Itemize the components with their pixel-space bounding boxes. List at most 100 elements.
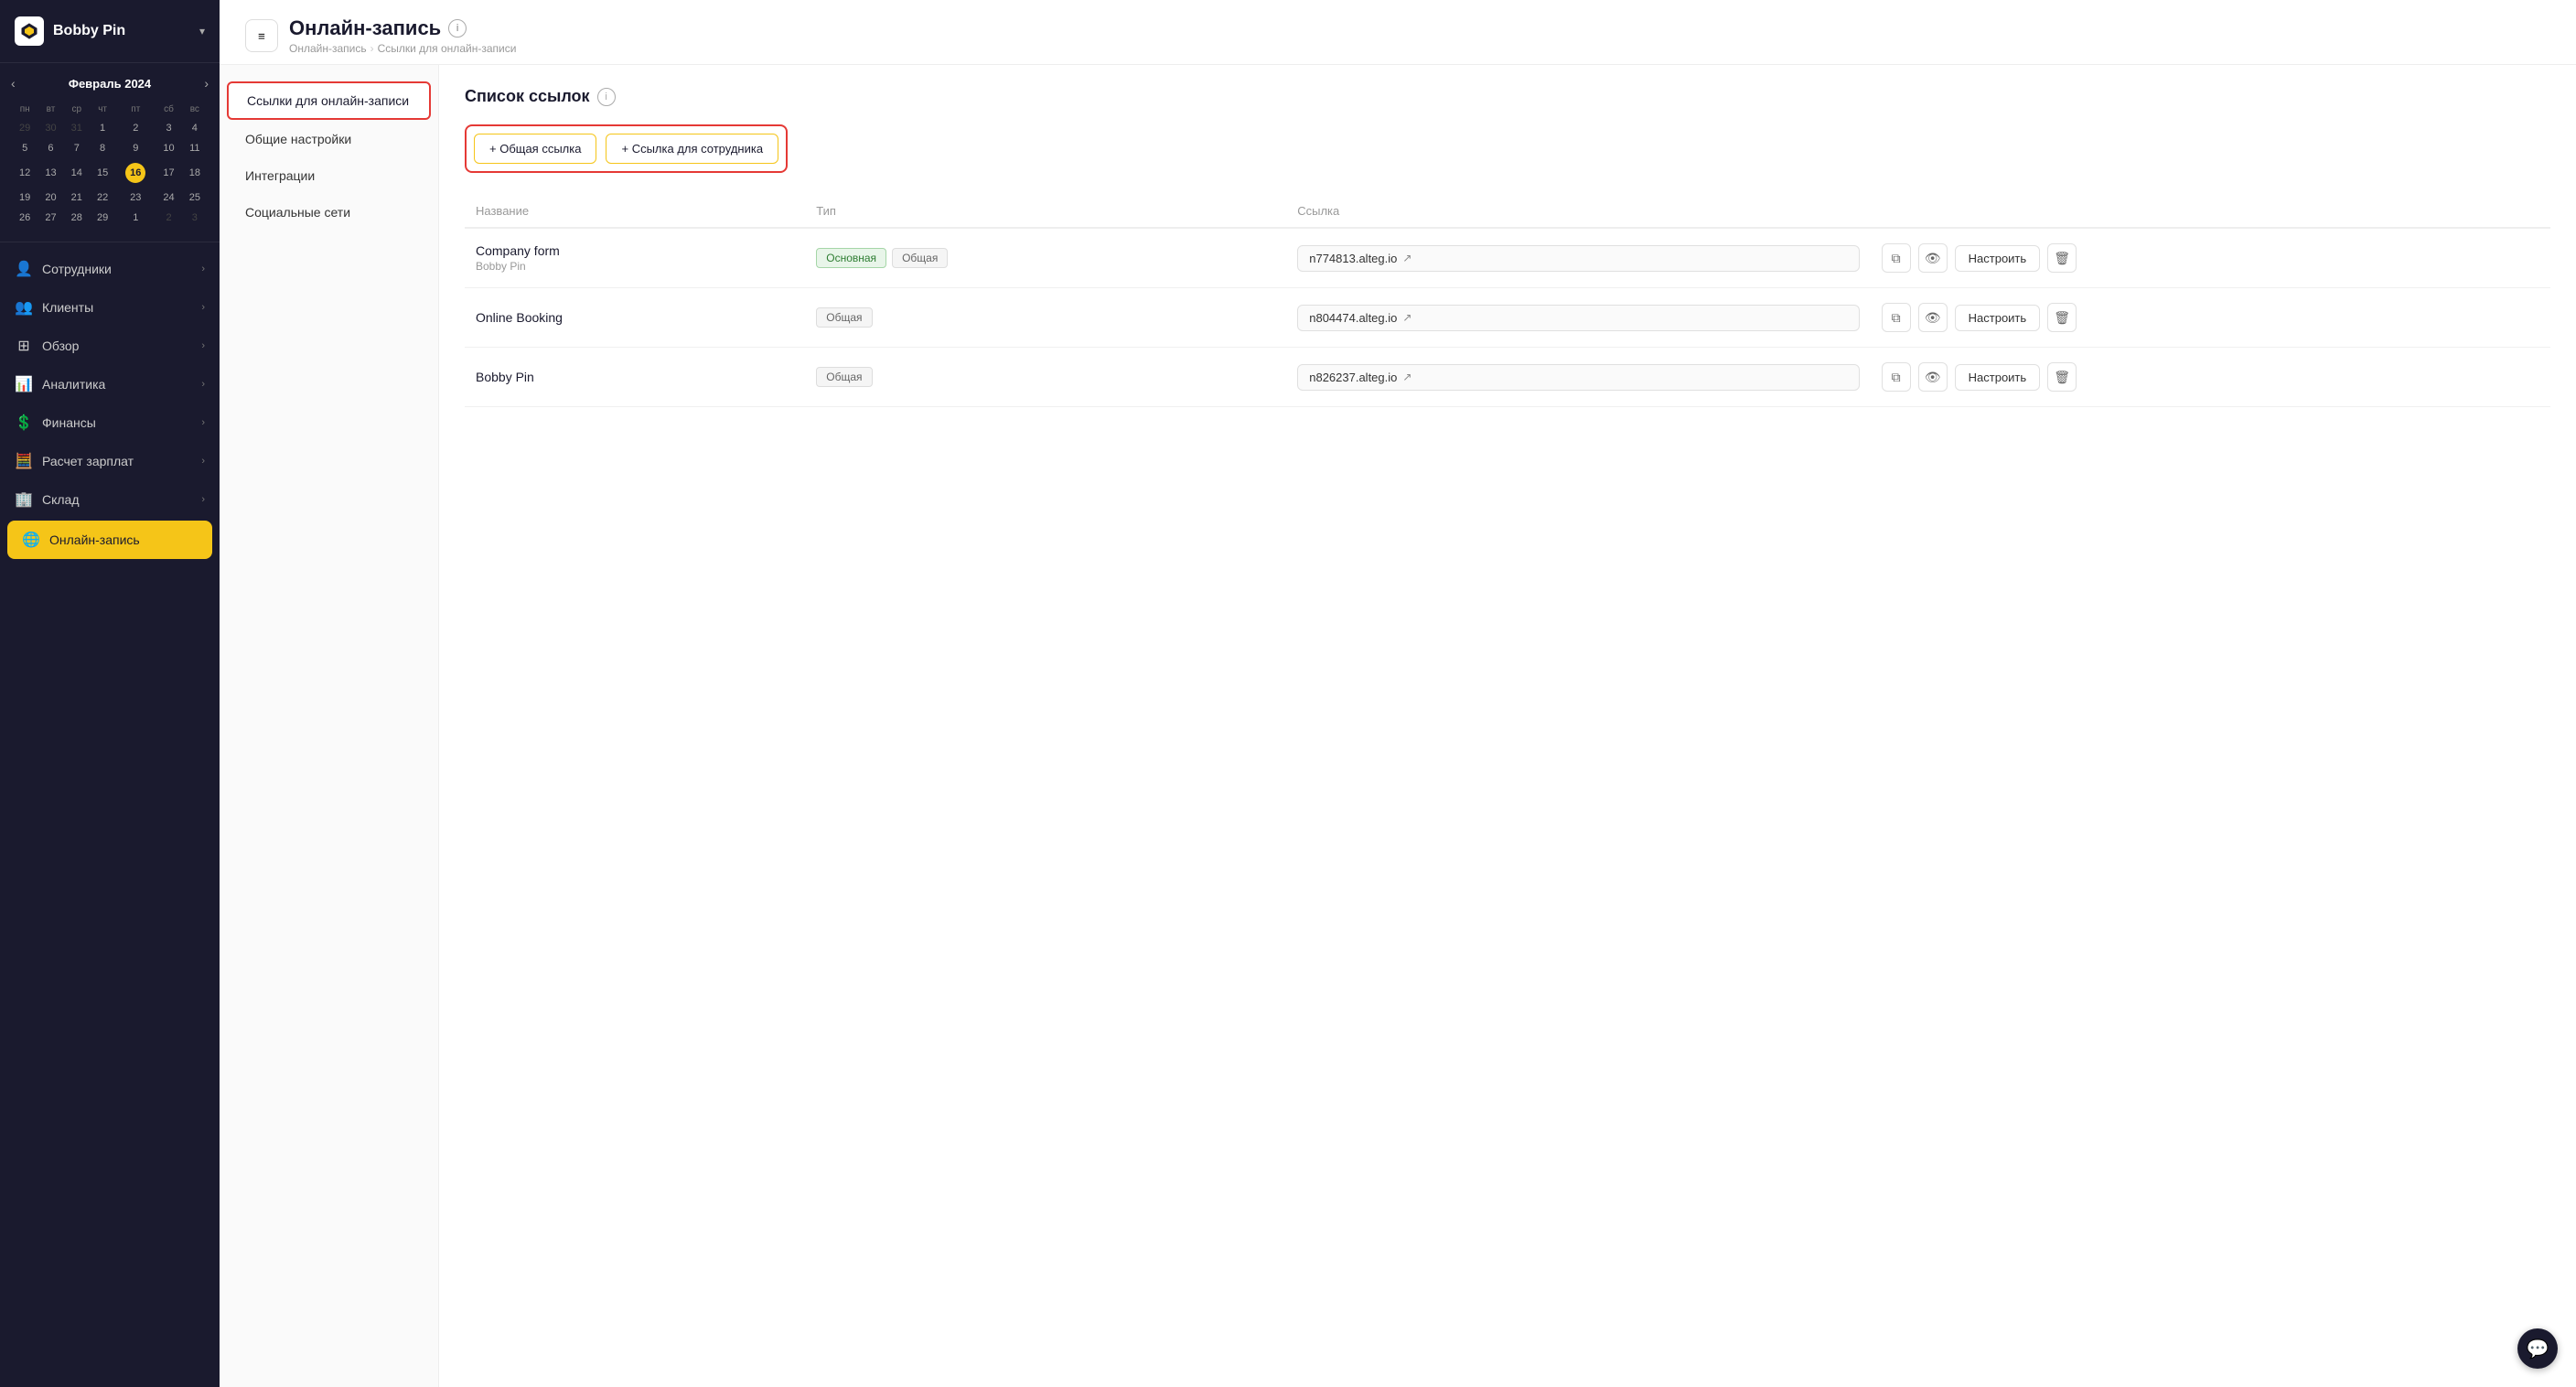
external-link-icon[interactable]: ↗	[1402, 252, 1411, 264]
calendar-day[interactable]: 1	[116, 209, 155, 227]
chat-bubble[interactable]: 💬	[2517, 1328, 2558, 1369]
calendar-day[interactable]: 17	[156, 159, 180, 187]
right-panel: Список ссылок i + Общая ссылка + Ссылка …	[439, 65, 2576, 1387]
header-info-icon[interactable]: i	[448, 19, 467, 38]
sidebar-item-finance[interactable]: 💲 Финансы ›	[0, 403, 220, 442]
nav-label-finance: Финансы	[42, 415, 96, 430]
delete-link-button[interactable]: 🗑	[2047, 362, 2077, 392]
calendar-day[interactable]: 8	[91, 139, 114, 157]
copy-link-button[interactable]: ⧉	[1882, 362, 1911, 392]
nav-icon-analytics: 📊	[15, 375, 33, 393]
sidebar-item-online_booking[interactable]: 🌐 Онлайн-запись	[7, 521, 212, 559]
calendar-day[interactable]: 22	[91, 188, 114, 207]
add-general-link-button[interactable]: + Общая ссылка	[474, 134, 596, 164]
calendar-day-header: вт	[38, 102, 62, 117]
sub-nav-item-integrations[interactable]: Интеграции	[227, 158, 431, 193]
configure-button[interactable]: Настроить	[1955, 364, 2041, 391]
section-info-icon[interactable]: i	[597, 88, 616, 106]
col-actions	[1871, 195, 2550, 228]
calendar-prev-button[interactable]: ‹	[11, 76, 16, 91]
col-name: Название	[465, 195, 805, 228]
nav-chevron-overview: ›	[201, 340, 205, 351]
external-link-icon[interactable]: ↗	[1402, 311, 1411, 324]
calendar-day[interactable]: 5	[13, 139, 37, 157]
add-employee-link-button[interactable]: + Ссылка для сотрудника	[606, 134, 778, 164]
nav-label-online_booking: Онлайн-запись	[49, 532, 140, 547]
calendar-next-button[interactable]: ›	[204, 76, 209, 91]
row-actions-2: ⧉ 👁 Настроить 🗑	[1871, 348, 2550, 407]
breadcrumb-item-2[interactable]: Ссылки для онлайн-записи	[378, 42, 517, 55]
calendar-day[interactable]: 14	[65, 159, 89, 187]
sidebar: Bobby Pin ▾ ‹ Февраль 2024 › пнвтсрчтптс…	[0, 0, 220, 1387]
sidebar-item-analytics[interactable]: 📊 Аналитика ›	[0, 365, 220, 403]
row-link-0: n774813.alteg.io ↗	[1286, 228, 1870, 288]
calendar-day[interactable]: 16	[116, 159, 155, 187]
calendar-day[interactable]: 30	[38, 119, 62, 137]
calendar-day[interactable]: 24	[156, 188, 180, 207]
calendar-day[interactable]: 20	[38, 188, 62, 207]
sidebar-item-warehouse[interactable]: 🏢 Склад ›	[0, 480, 220, 519]
configure-button[interactable]: Настроить	[1955, 245, 2041, 272]
calendar-day[interactable]: 18	[183, 159, 207, 187]
calendar-day[interactable]: 4	[183, 119, 207, 137]
table-row: Online BookingОбщая n804474.alteg.io ↗ ⧉…	[465, 288, 2550, 348]
calendar-day[interactable]: 15	[91, 159, 114, 187]
sidebar-item-employees[interactable]: 👤 Сотрудники ›	[0, 250, 220, 288]
link-cell: n826237.alteg.io ↗	[1297, 364, 1859, 391]
sidebar-item-overview[interactable]: ⊞ Обзор ›	[0, 327, 220, 365]
calendar-day[interactable]: 31	[65, 119, 89, 137]
row-link-1: n804474.alteg.io ↗	[1286, 288, 1870, 348]
menu-button[interactable]: ≡	[245, 19, 278, 52]
preview-link-button[interactable]: 👁	[1918, 303, 1948, 332]
link-cell: n804474.alteg.io ↗	[1297, 305, 1859, 331]
calendar-day[interactable]: 21	[65, 188, 89, 207]
external-link-icon[interactable]: ↗	[1402, 371, 1411, 383]
calendar-day[interactable]: 12	[13, 159, 37, 187]
row-link-2: n826237.alteg.io ↗	[1286, 348, 1870, 407]
row-actions-1: ⧉ 👁 Настроить 🗑	[1871, 288, 2550, 348]
sidebar-item-clients[interactable]: 👥 Клиенты ›	[0, 288, 220, 327]
calendar-day[interactable]: 25	[183, 188, 207, 207]
calendar-day[interactable]: 29	[13, 119, 37, 137]
preview-link-button[interactable]: 👁	[1918, 243, 1948, 273]
nav-label-analytics: Аналитика	[42, 377, 105, 392]
sub-nav-item-general[interactable]: Общие настройки	[227, 122, 431, 156]
calendar-day[interactable]: 3	[183, 209, 207, 227]
badge-gray: Общая	[816, 307, 872, 328]
copy-link-button[interactable]: ⧉	[1882, 243, 1911, 273]
calendar-day[interactable]: 23	[116, 188, 155, 207]
nav-chevron-payroll: ›	[201, 456, 205, 467]
sub-nav: Ссылки для онлайн-записиОбщие настройкиИ…	[220, 65, 439, 1387]
calendar-day[interactable]: 11	[183, 139, 207, 157]
sidebar-logo[interactable]: Bobby Pin	[15, 16, 125, 46]
sub-nav-item-social[interactable]: Социальные сети	[227, 195, 431, 230]
calendar-day[interactable]: 19	[13, 188, 37, 207]
calendar-day[interactable]: 6	[38, 139, 62, 157]
preview-link-button[interactable]: 👁	[1918, 362, 1948, 392]
calendar-day[interactable]: 13	[38, 159, 62, 187]
breadcrumb-item-1[interactable]: Онлайн-запись	[289, 42, 367, 55]
calendar-day[interactable]: 10	[156, 139, 180, 157]
calendar-day[interactable]: 7	[65, 139, 89, 157]
calendar-grid: пнвтсрчтптсбвс 2930311234567891011121314…	[11, 100, 209, 229]
delete-link-button[interactable]: 🗑	[2047, 303, 2077, 332]
calendar-day[interactable]: 26	[13, 209, 37, 227]
calendar-day[interactable]: 1	[91, 119, 114, 137]
calendar-day[interactable]: 2	[156, 209, 180, 227]
delete-link-button[interactable]: 🗑	[2047, 243, 2077, 273]
nav-icon-finance: 💲	[15, 414, 33, 432]
sidebar-item-payroll[interactable]: 🧮 Расчет зарплат ›	[0, 442, 220, 480]
company-chevron-icon[interactable]: ▾	[199, 25, 205, 38]
calendar-day[interactable]: 27	[38, 209, 62, 227]
calendar-day[interactable]: 28	[65, 209, 89, 227]
copy-link-button[interactable]: ⧉	[1882, 303, 1911, 332]
badge-gray: Общая	[816, 367, 872, 387]
breadcrumb: Онлайн-запись › Ссылки для онлайн-записи	[289, 42, 516, 55]
calendar-day[interactable]: 29	[91, 209, 114, 227]
calendar-day[interactable]: 3	[156, 119, 180, 137]
sub-nav-item-links[interactable]: Ссылки для онлайн-записи	[227, 81, 431, 120]
section-title: Список ссылок	[465, 87, 590, 106]
configure-button[interactable]: Настроить	[1955, 305, 2041, 331]
calendar-day[interactable]: 2	[116, 119, 155, 137]
calendar-day[interactable]: 9	[116, 139, 155, 157]
